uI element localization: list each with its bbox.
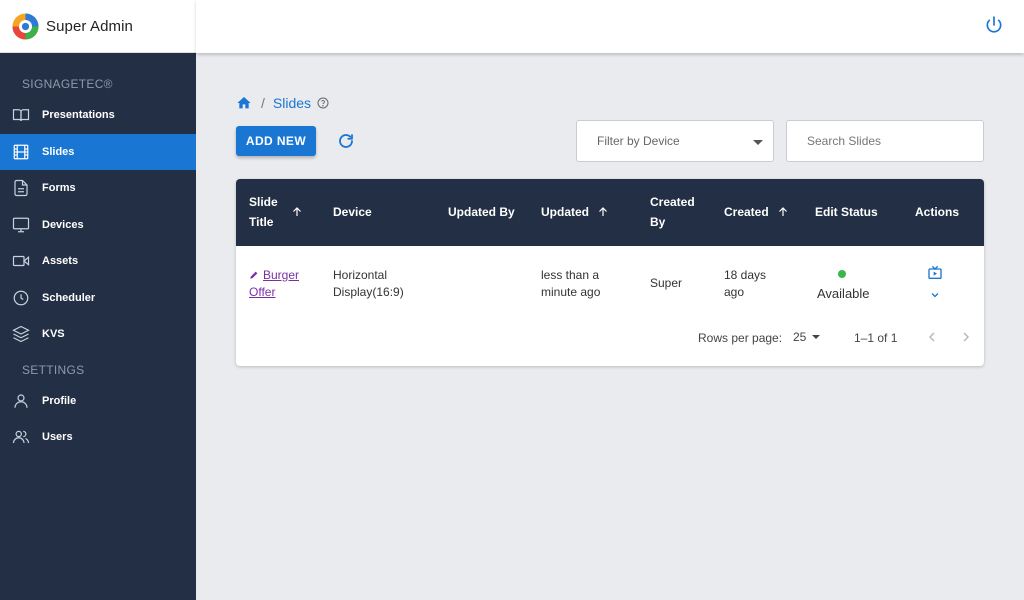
column-header-created[interactable]: Created — [724, 202, 789, 222]
help-circle-icon[interactable] — [317, 97, 329, 109]
pencil-icon — [250, 271, 258, 279]
column-header-slide-title[interactable]: Slide Title — [249, 192, 319, 232]
table-row: Burger Offer Horizontal Display(16:9) le… — [236, 246, 984, 322]
users-icon — [12, 428, 30, 446]
document-icon — [12, 179, 30, 197]
section-label-signagetec: SIGNAGETEC® — [22, 77, 113, 91]
sidebar: Super Admin SIGNAGETEC® Presentations Sl… — [0, 0, 196, 600]
sidebar-item-presentations[interactable]: Presentations — [0, 97, 196, 134]
sidebar-item-scheduler[interactable]: Scheduler — [0, 280, 196, 317]
app-name: Super Admin — [46, 17, 133, 35]
film-icon — [12, 143, 30, 161]
status-badge: Available — [817, 286, 870, 301]
preview-slide-icon[interactable] — [927, 265, 943, 281]
updated-cell: less than a minute ago — [541, 268, 601, 299]
breadcrumb-current: Slides — [272, 95, 312, 111]
slide-title-link[interactable]: Burger Offer — [249, 268, 299, 299]
sidebar-item-kvs[interactable]: KVS — [0, 316, 196, 353]
sidebar-item-label: Profile — [42, 394, 77, 407]
sort-arrow-up-icon — [778, 207, 787, 216]
layers-icon — [12, 325, 30, 343]
sidebar-item-label: KVS — [42, 328, 65, 341]
column-header-updated[interactable]: Updated — [541, 202, 609, 222]
created-cell: 18 days ago — [724, 268, 767, 299]
slide-title-cell: Burger Offer — [249, 267, 319, 301]
status-dot — [838, 270, 846, 278]
refresh-icon[interactable] — [337, 132, 355, 150]
created-by-cell: Super — [650, 276, 683, 290]
monitor-icon — [12, 216, 30, 234]
device-cell: Horizontal Display(16:9) — [333, 268, 404, 299]
filter-placeholder: Filter by Device — [597, 134, 680, 148]
caret-down-icon — [812, 335, 821, 339]
column-header-updated-by: Updated By — [448, 205, 515, 219]
pagination-range: 1–1 of 1 — [854, 331, 898, 345]
caret-down-icon — [753, 140, 763, 145]
video-camera-icon — [12, 252, 30, 270]
add-new-button[interactable]: ADD NEW — [236, 126, 316, 156]
sort-arrow-up-icon — [293, 207, 301, 216]
home-icon[interactable] — [236, 95, 252, 111]
column-header-device: Device — [333, 205, 372, 219]
section-label-settings: SETTINGS — [22, 362, 85, 377]
sort-arrow-up-icon — [599, 207, 607, 216]
chevron-down-icon[interactable] — [929, 289, 941, 301]
column-header-edit-status: Edit Status — [815, 205, 878, 219]
clock-icon — [12, 289, 30, 307]
column-header-actions: Actions — [915, 205, 960, 219]
breadcrumb-separator: / — [261, 95, 265, 111]
rows-per-page-label: Rows per page: — [698, 331, 783, 345]
search-slides-input[interactable] — [786, 120, 984, 162]
book-open-icon — [12, 106, 30, 124]
table-pagination: Rows per page: 25 1–1 of 1 — [236, 322, 984, 352]
sidebar-item-slides[interactable]: Slides — [0, 133, 196, 170]
sidebar-item-label: Forms — [42, 182, 76, 195]
sidebar-item-label: Presentations — [42, 109, 115, 122]
sidebar-item-assets[interactable]: Assets — [0, 243, 196, 280]
column-header-created-by: Created By — [650, 195, 695, 229]
chevron-right-icon[interactable] — [958, 329, 974, 345]
brand-header: Super Admin — [0, 0, 196, 53]
sidebar-item-label: Users — [42, 431, 73, 444]
sidebar-item-profile[interactable]: Profile — [0, 383, 196, 420]
table-header: Slide Title Device Updated By Updated Cr… — [236, 179, 984, 246]
sidebar-item-label: Assets — [42, 255, 79, 268]
top-bar — [196, 0, 1024, 53]
breadcrumb: / Slides — [236, 95, 329, 111]
chevron-left-icon[interactable] — [924, 329, 940, 345]
rows-per-page-select[interactable]: 25 — [793, 330, 821, 344]
sidebar-item-label: Scheduler — [42, 291, 96, 304]
power-icon[interactable] — [984, 15, 1004, 35]
sidebar-item-forms[interactable]: Forms — [0, 170, 196, 207]
sidebar-item-devices[interactable]: Devices — [0, 207, 196, 244]
app-logo-icon — [12, 12, 39, 40]
sidebar-item-label: Devices — [42, 218, 84, 231]
slides-table: Slide Title Device Updated By Updated Cr… — [236, 179, 984, 366]
sidebar-item-users[interactable]: Users — [0, 419, 196, 456]
filter-by-device-select[interactable]: Filter by Device — [576, 120, 774, 162]
user-icon — [12, 392, 30, 410]
sidebar-item-label: Slides — [42, 145, 75, 158]
